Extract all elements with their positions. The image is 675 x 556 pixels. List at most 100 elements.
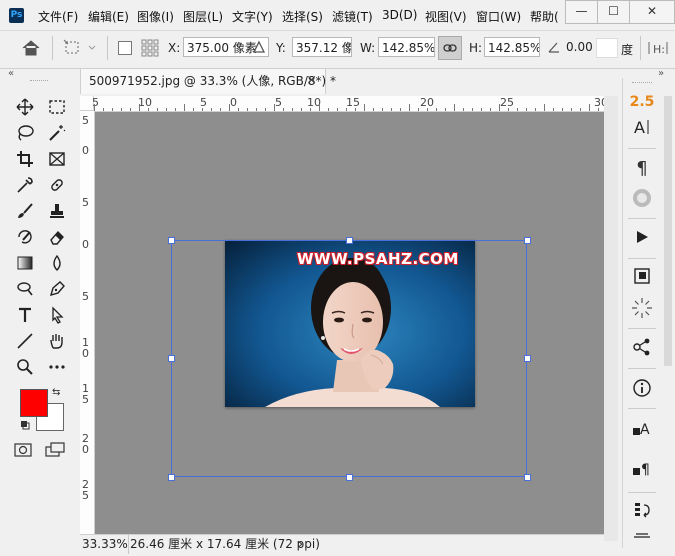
character-value-badge[interactable]: 2.5	[626, 90, 658, 114]
lasso-tool-icon[interactable]	[12, 122, 38, 144]
vertical-scrollbar[interactable]	[604, 96, 618, 541]
type-tool-icon[interactable]	[12, 304, 38, 326]
character-panel-icon[interactable]: A	[626, 117, 658, 141]
toolbar-grip[interactable]	[30, 80, 48, 84]
eraser-tool-icon[interactable]	[44, 226, 70, 248]
layers-panel-icon[interactable]	[626, 530, 658, 554]
y-input[interactable]: 357.12 像素	[292, 37, 352, 57]
path-selection-tool-icon[interactable]	[44, 304, 70, 326]
more-tools-icon[interactable]	[44, 356, 70, 378]
paragraph-styles-icon[interactable]: ¶	[626, 459, 658, 483]
menu-file[interactable]: 文件(F)	[38, 8, 78, 25]
eyedropper-tool-icon[interactable]	[12, 174, 38, 196]
ruler-h-tick	[409, 104, 410, 111]
document-tab[interactable]: 500971952.jpg @ 33.3% (人像, RGB/8*) * ×	[80, 68, 336, 94]
menu-3d[interactable]: 3D(D)	[382, 8, 417, 22]
transform-handle-top[interactable]	[346, 237, 353, 244]
zoom-level[interactable]: 33.33%	[82, 535, 128, 554]
angle-field-box[interactable]	[596, 38, 618, 58]
transform-handle-left[interactable]	[168, 355, 175, 362]
pen-tool-icon[interactable]	[44, 278, 70, 300]
menu-type[interactable]: 文字(Y)	[232, 8, 273, 25]
collapse-toolbar-icon[interactable]: «	[8, 68, 20, 79]
menu-window[interactable]: 窗口(W)	[476, 8, 521, 25]
h-input[interactable]: 142.85%	[484, 37, 540, 57]
share-panel-icon[interactable]	[626, 337, 658, 361]
character-styles-icon[interactable]: A	[626, 419, 658, 443]
ruler-h-tick	[247, 108, 248, 111]
menu-view[interactable]: 视图(V)	[425, 8, 467, 25]
ruler-h-tick	[355, 108, 356, 111]
foreground-color-swatch[interactable]	[20, 389, 48, 417]
collapse-panels-icon[interactable]: »	[658, 68, 664, 79]
glyphs-panel-icon[interactable]	[626, 187, 658, 211]
close-tab-icon[interactable]: ×	[306, 69, 317, 93]
status-menu-arrow[interactable]: ›	[298, 535, 303, 554]
swap-colors-icon[interactable]: ⇆	[52, 387, 64, 399]
info-panel-icon[interactable]	[626, 378, 658, 402]
ruler-v-label: 1 0	[82, 336, 89, 360]
history-brush-tool-icon[interactable]	[12, 226, 38, 248]
menu-filter[interactable]: 滤镜(T)	[332, 8, 373, 25]
menu-edit[interactable]: 编辑(E)	[88, 8, 129, 25]
adjustments-sunburst-icon[interactable]	[626, 297, 658, 321]
delta-icon[interactable]	[252, 40, 266, 54]
document-photo[interactable]: WWW.PSAHZ.COM	[225, 240, 475, 407]
healing-brush-tool-icon[interactable]	[44, 174, 70, 196]
ruler-h-tick	[229, 104, 230, 111]
transform-handle-right[interactable]	[524, 355, 531, 362]
w-input[interactable]: 142.85%	[378, 37, 435, 57]
checkbox-reference-point[interactable]	[118, 41, 132, 55]
ruler-h-tick	[112, 108, 113, 111]
paragraph-panel-icon[interactable]: ¶	[626, 157, 658, 181]
panel-scrollbar[interactable]	[664, 96, 672, 366]
transform-handle-bottom-right[interactable]	[524, 474, 531, 481]
menu-help[interactable]: 帮助(	[530, 8, 559, 25]
default-colors-icon[interactable]	[20, 419, 30, 430]
menu-image[interactable]: 图像(I)	[137, 8, 174, 25]
history-panel-icon[interactable]	[626, 500, 658, 524]
gradient-tool-icon[interactable]	[12, 252, 38, 274]
ruler-v-label: 5	[82, 290, 89, 303]
zoom-tool-icon[interactable]	[12, 356, 38, 378]
screen-mode-icon[interactable]	[44, 442, 66, 458]
link-proportions-button[interactable]	[438, 36, 462, 60]
reference-point-icon[interactable]	[140, 38, 160, 58]
dodge-tool-icon[interactable]	[12, 278, 38, 300]
move-tool-icon[interactable]	[12, 96, 38, 118]
quick-mask-icon[interactable]	[14, 443, 32, 457]
separator	[628, 218, 656, 219]
brush-tool-icon[interactable]	[12, 200, 38, 222]
libraries-panel-icon[interactable]	[626, 267, 658, 291]
maximize-button[interactable]: ☐	[597, 0, 630, 24]
transform-handle-top-right[interactable]	[524, 237, 531, 244]
minimize-button[interactable]: —	[565, 0, 598, 24]
ruler-h-tick	[211, 108, 212, 111]
crop-tool-icon[interactable]	[12, 148, 38, 170]
transform-handle-bottom[interactable]	[346, 474, 353, 481]
blur-tool-icon[interactable]	[44, 252, 70, 274]
actions-play-icon[interactable]	[626, 228, 658, 252]
home-icon[interactable]	[20, 37, 44, 59]
separator	[628, 258, 656, 259]
ruler-h-tick	[121, 108, 122, 111]
transform-tool-icon[interactable]	[62, 38, 98, 58]
transform-handle-top-left[interactable]	[168, 237, 175, 244]
menu-select[interactable]: 选择(S)	[282, 8, 323, 25]
clone-stamp-tool-icon[interactable]	[44, 200, 70, 222]
ruler-h-tick	[454, 104, 455, 111]
skew-h-icon[interactable]: H:	[645, 38, 671, 58]
panel-grip[interactable]	[632, 82, 652, 83]
separator	[640, 36, 641, 60]
ruler-h-label: 10	[138, 96, 152, 109]
ruler-h-tick	[400, 108, 401, 111]
magic-wand-tool-icon[interactable]	[44, 122, 70, 144]
close-window-button[interactable]: ✕	[629, 0, 675, 24]
hand-tool-icon[interactable]	[44, 330, 70, 352]
menu-layer[interactable]: 图层(L)	[183, 8, 223, 25]
marquee-tool-icon[interactable]	[44, 96, 70, 118]
ruler-h-tick	[508, 108, 509, 111]
transform-handle-bottom-left[interactable]	[168, 474, 175, 481]
frame-tool-icon[interactable]	[44, 148, 70, 170]
line-tool-icon[interactable]	[12, 330, 38, 352]
